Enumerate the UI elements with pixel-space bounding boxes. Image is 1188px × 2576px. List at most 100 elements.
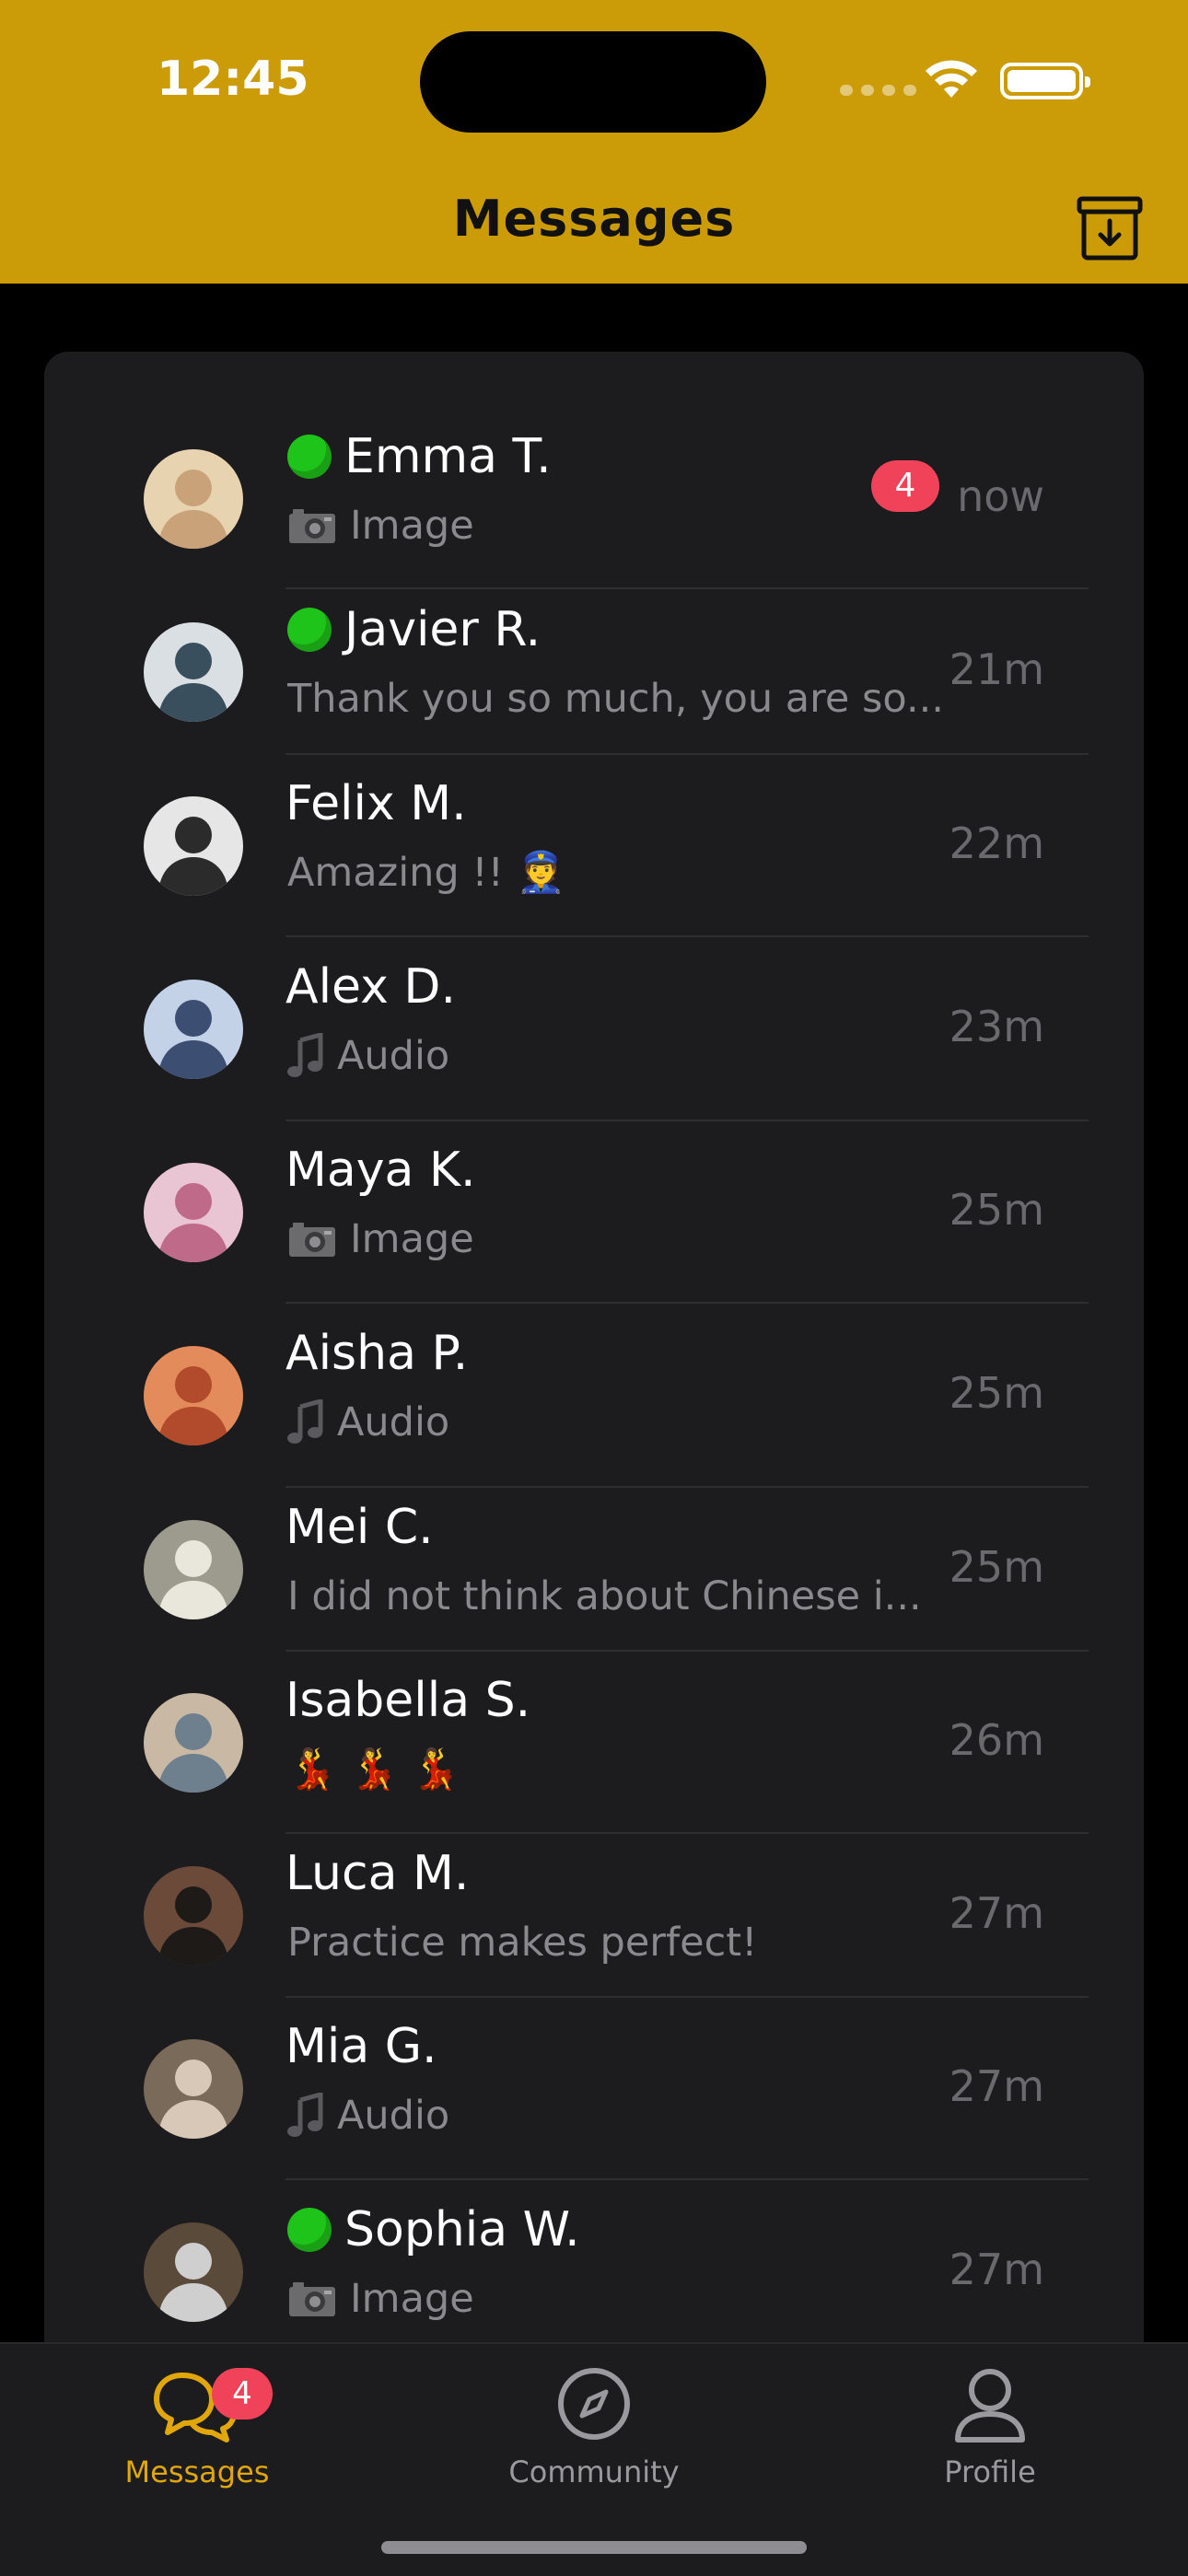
tab-community[interactable]: Community bbox=[456, 2362, 732, 2489]
conversation-row[interactable]: Luca M. Practice makes perfect! 27m bbox=[44, 1834, 1144, 1998]
conversation-row[interactable]: Isabella S. 💃 💃 💃 26m bbox=[44, 1652, 1144, 1834]
avatar[interactable] bbox=[144, 796, 243, 896]
preview-text: 💃 💃 💃 bbox=[287, 1746, 460, 1793]
camera-icon bbox=[289, 1223, 335, 1257]
message-time: 25m bbox=[949, 1185, 1044, 1235]
avatar[interactable] bbox=[144, 1866, 243, 1966]
page-title: Messages bbox=[452, 190, 736, 248]
message-preview: Thank you so much, you are so... bbox=[287, 676, 944, 722]
camera-icon bbox=[289, 2282, 335, 2316]
contact-name: Maya K. bbox=[285, 1143, 476, 1198]
contact-name: Luca M. bbox=[285, 1846, 470, 1901]
tab-profile[interactable]: Profile bbox=[852, 2362, 1128, 2489]
message-preview: Practice makes perfect! bbox=[287, 1920, 757, 1966]
contact-name-line: Luca M. bbox=[285, 1846, 469, 1901]
camera-icon bbox=[289, 509, 335, 543]
message-time: 27m bbox=[949, 2061, 1044, 2111]
avatar[interactable] bbox=[144, 1520, 243, 1619]
tab-label: Community bbox=[508, 2454, 680, 2489]
contact-name: Alex D. bbox=[285, 959, 456, 1015]
dynamic-island bbox=[420, 31, 766, 133]
tab-label: Profile bbox=[944, 2454, 1036, 2489]
preview-text: Audio bbox=[337, 1033, 450, 1079]
message-preview: Audio bbox=[287, 1399, 449, 1445]
message-time: 27m bbox=[949, 1888, 1044, 1938]
contact-name: Mei C. bbox=[285, 1500, 434, 1555]
avatar[interactable] bbox=[144, 1163, 243, 1262]
archive-icon[interactable] bbox=[1076, 195, 1144, 261]
music-note-icon bbox=[287, 1399, 323, 1444]
online-status-icon bbox=[287, 435, 332, 479]
preview-text: I did not think about Chinese i... bbox=[287, 1573, 922, 1619]
conversation-row[interactable]: Aisha P. Audio 25m bbox=[44, 1304, 1144, 1488]
conversation-row[interactable]: Mei C. I did not think about Chinese i...… bbox=[44, 1488, 1144, 1652]
unread-badge: 4 bbox=[871, 460, 939, 512]
contact-name: Sophia W. bbox=[344, 2202, 580, 2257]
message-time: 26m bbox=[949, 1715, 1044, 1765]
contact-name-line: Mei C. bbox=[285, 1500, 434, 1555]
avatar[interactable] bbox=[144, 2222, 243, 2322]
contact-name-line: Emma T. bbox=[285, 429, 552, 484]
preview-text: Amazing !! 👮 bbox=[287, 850, 566, 896]
preview-text: Thank you so much, you are so... bbox=[287, 676, 944, 722]
music-note-icon bbox=[287, 1033, 323, 1077]
avatar[interactable] bbox=[144, 1346, 243, 1445]
person-icon bbox=[955, 2369, 1025, 2443]
preview-text: Image bbox=[350, 503, 474, 549]
message-time: 25m bbox=[949, 1542, 1044, 1592]
avatar[interactable] bbox=[144, 980, 243, 1079]
avatar[interactable] bbox=[144, 449, 243, 549]
message-preview: Audio bbox=[287, 2093, 449, 2139]
header: 12:45 Messages bbox=[0, 0, 1188, 284]
music-note-icon bbox=[287, 2093, 323, 2137]
message-preview: Image bbox=[287, 1216, 474, 1262]
conversation-row[interactable]: Felix M. Amazing !! 👮 22m bbox=[44, 755, 1144, 937]
message-time: 22m bbox=[949, 818, 1044, 868]
contact-name: Aisha P. bbox=[285, 1326, 469, 1381]
online-status-icon bbox=[287, 2208, 332, 2252]
contact-name: Felix M. bbox=[285, 776, 467, 831]
conversation-row[interactable]: Emma T. Image 4 now bbox=[44, 409, 1144, 589]
avatar[interactable] bbox=[144, 622, 243, 722]
preview-text: Audio bbox=[337, 1399, 450, 1445]
cellular-signal-icon bbox=[840, 85, 916, 96]
contact-name-line: Javier R. bbox=[285, 602, 541, 657]
message-preview: 💃 💃 💃 bbox=[287, 1746, 460, 1793]
contact-name-line: Felix M. bbox=[285, 776, 467, 831]
contact-name-line: Aisha P. bbox=[285, 1326, 468, 1381]
contact-name: Javier R. bbox=[344, 602, 542, 657]
battery-icon bbox=[1000, 63, 1090, 99]
contact-name: Emma T. bbox=[344, 429, 552, 484]
message-time: 23m bbox=[949, 1002, 1044, 1051]
status-time: 12:45 bbox=[157, 52, 309, 107]
tab-label: Messages bbox=[124, 2454, 270, 2489]
contact-name: Mia G. bbox=[285, 2019, 437, 2074]
preview-text: Practice makes perfect! bbox=[287, 1920, 758, 1966]
message-time: 27m bbox=[949, 2245, 1044, 2294]
online-status-icon bbox=[287, 608, 332, 652]
conversation-row[interactable]: Alex D. Audio 23m bbox=[44, 937, 1144, 1121]
preview-text: Image bbox=[350, 2276, 474, 2322]
message-time: now bbox=[957, 471, 1044, 521]
conversation-row[interactable]: Javier R. Thank you so much, you are so..… bbox=[44, 589, 1144, 755]
message-preview: Audio bbox=[287, 1033, 449, 1079]
message-preview: Image bbox=[287, 503, 474, 549]
avatar[interactable] bbox=[144, 2039, 243, 2139]
home-indicator bbox=[381, 2541, 807, 2554]
avatar[interactable] bbox=[144, 1693, 243, 1793]
message-preview: I did not think about Chinese i... bbox=[287, 1573, 922, 1619]
conversation-list[interactable]: Emma T. Image 4 now Javier R. Thank you so mu… bbox=[44, 352, 1144, 2377]
wifi-icon bbox=[926, 60, 977, 98]
message-time: 25m bbox=[949, 1368, 1044, 1418]
conversation-row[interactable]: Maya K. Image 25m bbox=[44, 1121, 1144, 1304]
conversation-row[interactable]: Mia G. Audio 27m bbox=[44, 1998, 1144, 2180]
preview-text: Image bbox=[350, 1216, 474, 1262]
contact-name-line: Mia G. bbox=[285, 2019, 437, 2074]
compass-icon bbox=[558, 2368, 630, 2440]
conversation-row[interactable]: Sophia W. Image 27m bbox=[44, 2180, 1144, 2364]
preview-text: Audio bbox=[337, 2093, 450, 2139]
contact-name-line: Maya K. bbox=[285, 1143, 476, 1198]
tab-messages[interactable]: 4 Messages bbox=[59, 2362, 335, 2489]
contact-name: Isabella S. bbox=[285, 1673, 531, 1728]
message-time: 21m bbox=[949, 644, 1044, 694]
